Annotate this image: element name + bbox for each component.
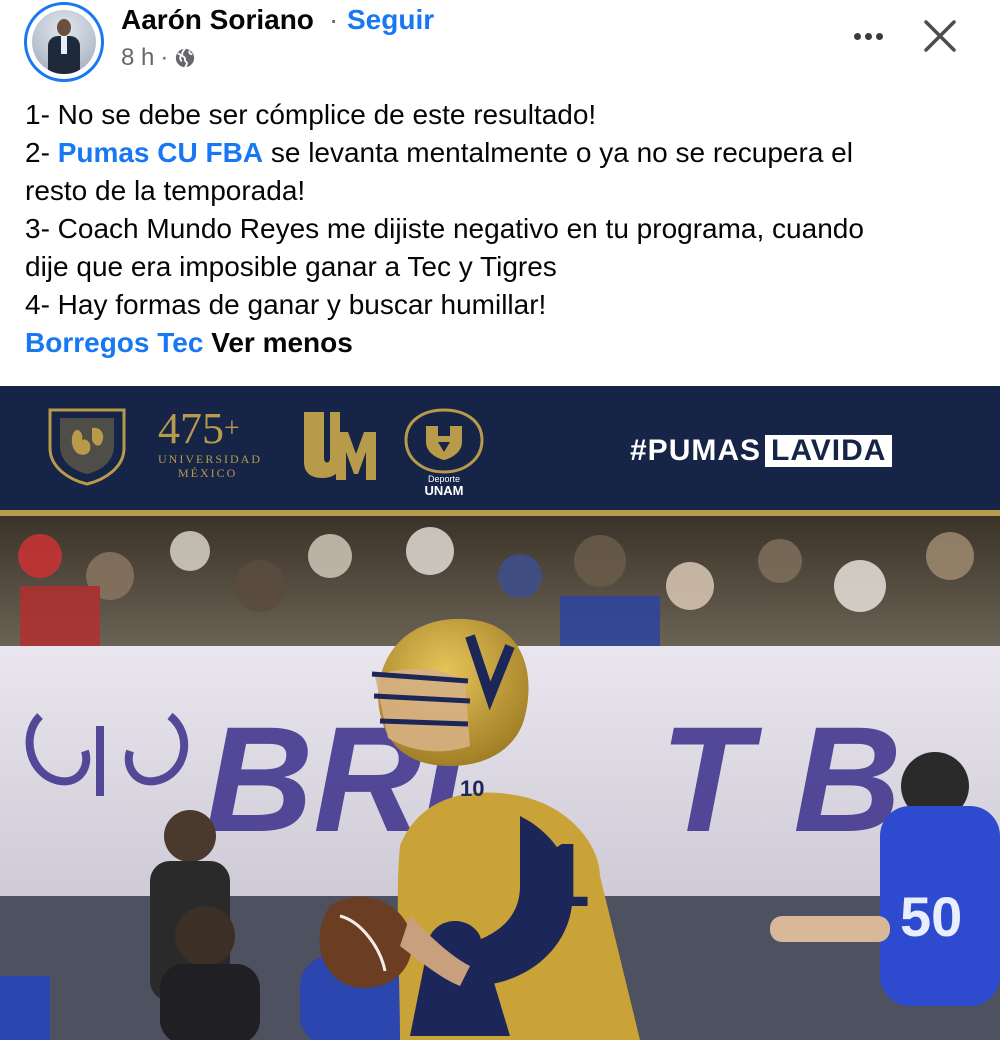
post-line-3: resto de la temporada! xyxy=(25,175,306,206)
hashtag-pumas: #PUMAS xyxy=(630,434,762,467)
pumas-head-logo xyxy=(404,408,484,474)
um-logo xyxy=(304,412,376,480)
hashtag-la-vida: LAVIDA xyxy=(765,435,893,467)
post-meta: 8 h · xyxy=(121,44,196,72)
post-photo[interactable]: 475+ UNIVERSIDAD MÉXICO Deporte UNAM #PU… xyxy=(0,386,1000,1040)
post-line-2: 2- Pumas CU FBA se levanta mentalmente o… xyxy=(25,134,985,172)
name-separator: · xyxy=(329,4,339,35)
football-player-photo: BRI T B 50 10 1 xyxy=(0,516,1000,1040)
photo-edge xyxy=(1000,386,1006,1040)
mention-borregos-tec[interactable]: Borregos Tec xyxy=(25,327,203,358)
svg-text:50: 50 xyxy=(900,885,962,948)
475-years-logo: 475+ UNIVERSIDAD MÉXICO xyxy=(158,404,262,481)
svg-text:1: 1 xyxy=(540,826,590,926)
line2-prefix: 2- xyxy=(25,137,58,168)
pumas-la-vida-hashtag: #PUMAS LAVIDA xyxy=(630,434,893,468)
logo-univ-line2: MÉXICO xyxy=(178,466,238,480)
post-line-5: dije que era imposible ganar a Tec y Tig… xyxy=(25,251,557,282)
avatar-image xyxy=(32,10,96,74)
see-less-button[interactable]: Ver menos xyxy=(211,327,353,358)
follow-button[interactable]: Seguir xyxy=(347,4,434,36)
more-options-icon[interactable] xyxy=(846,18,890,54)
photo-banner: 475+ UNIVERSIDAD MÉXICO Deporte UNAM #PU… xyxy=(0,386,1000,514)
close-icon[interactable] xyxy=(918,14,962,58)
logo-plus: + xyxy=(224,413,240,444)
globe-icon xyxy=(176,48,195,68)
unam-shield-logo xyxy=(48,408,126,486)
logo-univ-line1: UNIVERSIDAD xyxy=(158,452,262,466)
mention-pumas-cu-fba[interactable]: Pumas CU FBA xyxy=(58,137,263,168)
line2-suffix: se levanta mentalmente o ya no se recupe… xyxy=(263,137,853,168)
post-line-1: 1- No se debe ser cómplice de este resul… xyxy=(25,99,597,130)
unam-label: UNAM xyxy=(424,483,464,498)
post-line-7: Borregos Tec Ver menos xyxy=(25,324,985,362)
post-line-6: 4- Hay formas de ganar y buscar humillar… xyxy=(25,289,547,320)
author-avatar[interactable] xyxy=(24,2,104,82)
svg-text:T B: T B xyxy=(660,695,902,863)
meta-separator: · xyxy=(160,44,169,71)
svg-text:10: 10 xyxy=(460,776,484,801)
author-name[interactable]: Aarón Soriano xyxy=(121,4,314,36)
post-line-4: 3- Coach Mundo Reyes me dijiste negativo… xyxy=(25,213,864,244)
post-body: 1- No se debe ser cómplice de este resul… xyxy=(25,96,985,362)
post-header: Aarón Soriano · Seguir 8 h · xyxy=(0,0,1006,90)
post-time[interactable]: 8 h xyxy=(121,44,154,72)
logo-number: 475 xyxy=(158,404,224,453)
deporte-unam-label: Deporte UNAM xyxy=(402,474,486,498)
